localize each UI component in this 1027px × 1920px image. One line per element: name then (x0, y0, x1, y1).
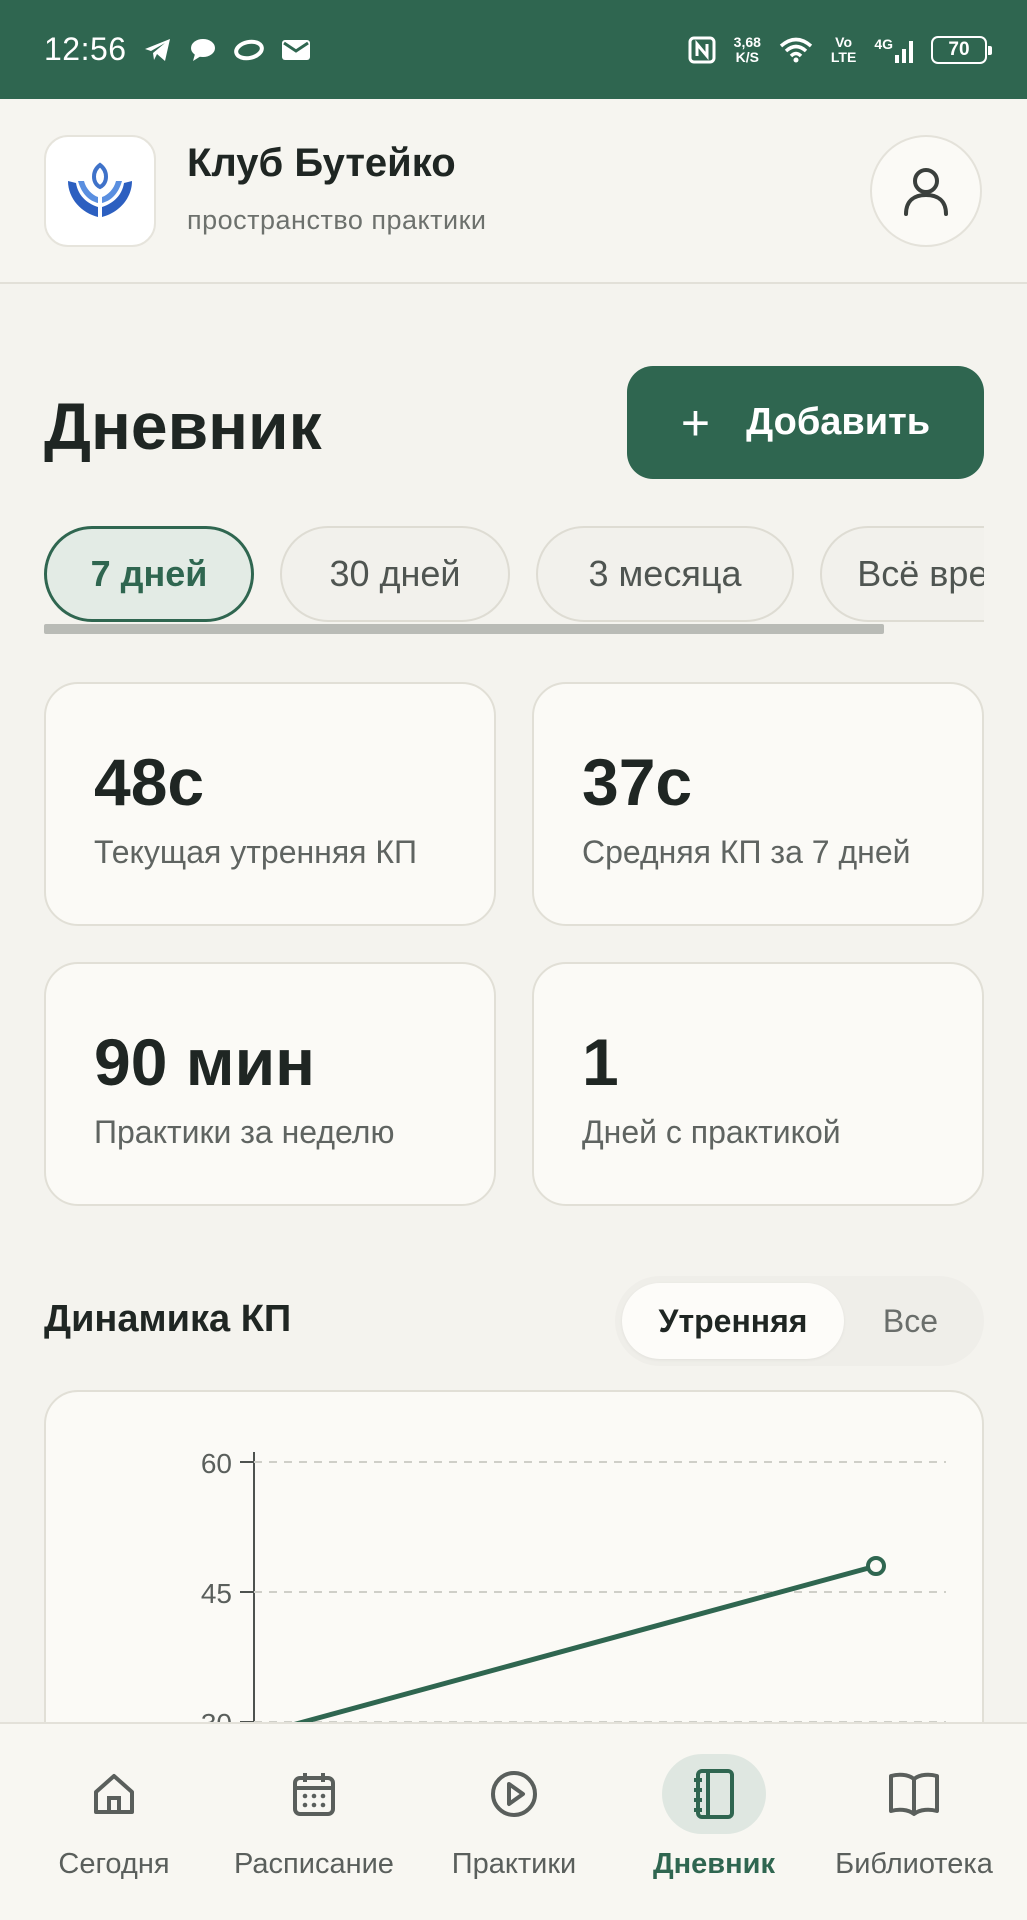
stat-label: Текущая утренняя КП (94, 834, 418, 870)
dynamics-title: Динамика КП (44, 1298, 292, 1340)
add-button-label: Добавить (746, 401, 931, 443)
app-subtitle: пространство практики (187, 205, 487, 235)
filter-chip-7-days[interactable]: 7 дней (44, 526, 254, 622)
data-point (866, 1556, 886, 1576)
dynamics-toggle: Утренняя Все (615, 1276, 984, 1366)
cell-signal: 4G (874, 35, 913, 63)
nav-item-library[interactable]: Библиотека (814, 1754, 1014, 1904)
chips-scrollbar[interactable] (44, 624, 884, 634)
nav-item-schedule[interactable]: Расписание (214, 1754, 414, 1904)
nav-label: Расписание (234, 1848, 394, 1880)
status-bar-left: 12:56 (44, 31, 311, 68)
app-logo[interactable] (44, 135, 156, 247)
home-icon (62, 1754, 166, 1834)
status-time: 12:56 (44, 31, 127, 67)
telegram-icon (143, 37, 173, 63)
stat-card-practice-minutes: 90 мин Практики за неделю (44, 962, 496, 1206)
book-icon (862, 1754, 966, 1834)
stat-value: 37с (582, 745, 693, 819)
stat-label: Практики за неделю (94, 1114, 395, 1150)
play-icon (462, 1754, 566, 1834)
y-tick-label: 60 (201, 1448, 232, 1479)
nav-label: Практики (451, 1848, 577, 1880)
add-entry-button[interactable]: + Добавить (627, 366, 984, 479)
status-bar-right: 3,68 K/S Vo LTE 4G 70 (688, 33, 992, 65)
app-title: Клуб Бутейко (187, 141, 456, 185)
user-icon (904, 168, 948, 216)
filter-chip-all-time[interactable]: Всё время (820, 526, 984, 622)
calendar-icon (262, 1754, 366, 1834)
network-speed: 3,68 K/S (733, 33, 761, 65)
stat-card-average-cp: 37с Средняя КП за 7 дней (532, 682, 984, 926)
ring-icon (233, 38, 265, 62)
filter-chip-30-days[interactable]: 30 дней (280, 526, 510, 622)
nav-item-diary[interactable]: Дневник (614, 1754, 814, 1904)
hands-logo-icon (68, 162, 132, 217)
toggle-morning[interactable]: Утренняя (622, 1283, 844, 1359)
filter-chip-3-months[interactable]: 3 месяца (536, 526, 794, 622)
y-tick-label: 45 (201, 1578, 232, 1609)
volte-bottom: LTE (830, 48, 857, 65)
status-bar: 12:56 3,68 K/S Vo LTE 4G 70 (0, 0, 1027, 99)
bottom-navigation: Сегодня Расписание Практики Дневник Библ… (0, 1722, 1027, 1920)
notebook-icon (662, 1754, 766, 1834)
nav-item-practices[interactable]: Практики (414, 1754, 614, 1904)
profile-button[interactable] (870, 135, 982, 247)
stat-label: Средняя КП за 7 дней (582, 834, 911, 870)
stat-value: 48с (94, 745, 205, 819)
volte-top: Vo (835, 33, 853, 50)
stat-card-current-morning-cp: 48с Текущая утренняя КП (44, 682, 496, 926)
battery-indicator: 70 (931, 35, 992, 64)
network-speed-value: 3,68 (733, 33, 761, 50)
mail-icon (281, 38, 311, 62)
nfc-icon (688, 36, 716, 64)
toggle-all[interactable]: Все (844, 1283, 977, 1359)
nav-item-today[interactable]: Сегодня (14, 1754, 214, 1904)
chat-bubble-icon (189, 37, 217, 63)
signal-bars-icon (895, 40, 913, 63)
plus-icon: + (680, 394, 711, 451)
wifi-icon (779, 36, 813, 64)
stat-card-practice-days: 1 Дней с практикой (532, 962, 984, 1206)
nav-label: Библиотека (835, 1848, 993, 1880)
stat-value: 1 (582, 1025, 619, 1099)
period-filter: 7 дней 30 дней 3 месяца Всё время (44, 526, 984, 624)
page-title: Дневник (44, 389, 322, 463)
nav-label: Сегодня (58, 1848, 170, 1880)
stat-label: Дней с практикой (582, 1114, 841, 1150)
nav-label: Дневник (653, 1848, 775, 1880)
app-header: Клуб Бутейко пространство практики (0, 99, 1027, 284)
network-speed-unit: K/S (735, 48, 759, 65)
volte-indicator: Vo LTE (830, 33, 857, 65)
network-type: 4G (874, 35, 893, 52)
stat-value: 90 мин (94, 1025, 316, 1099)
